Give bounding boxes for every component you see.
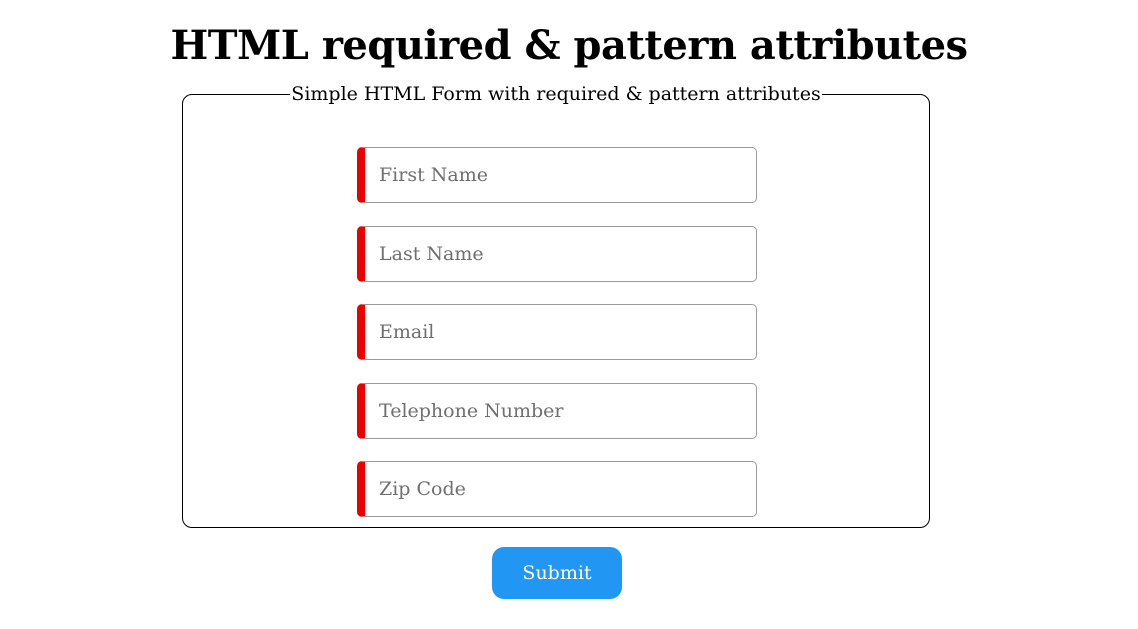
form-legend: Simple HTML Form with required & pattern… xyxy=(290,83,822,105)
last-name-input[interactable] xyxy=(357,226,757,282)
submit-button[interactable]: Submit xyxy=(492,547,622,599)
page-title: HTML required & pattern attributes xyxy=(170,22,968,69)
email-input[interactable] xyxy=(357,304,757,360)
page: HTML required & pattern attributes Simpl… xyxy=(0,0,1138,629)
first-name-input[interactable] xyxy=(357,147,757,203)
zip-code-input[interactable] xyxy=(357,461,757,517)
form-legend-wrap: Simple HTML Form with required & pattern… xyxy=(183,83,929,105)
telephone-input[interactable] xyxy=(357,383,757,439)
